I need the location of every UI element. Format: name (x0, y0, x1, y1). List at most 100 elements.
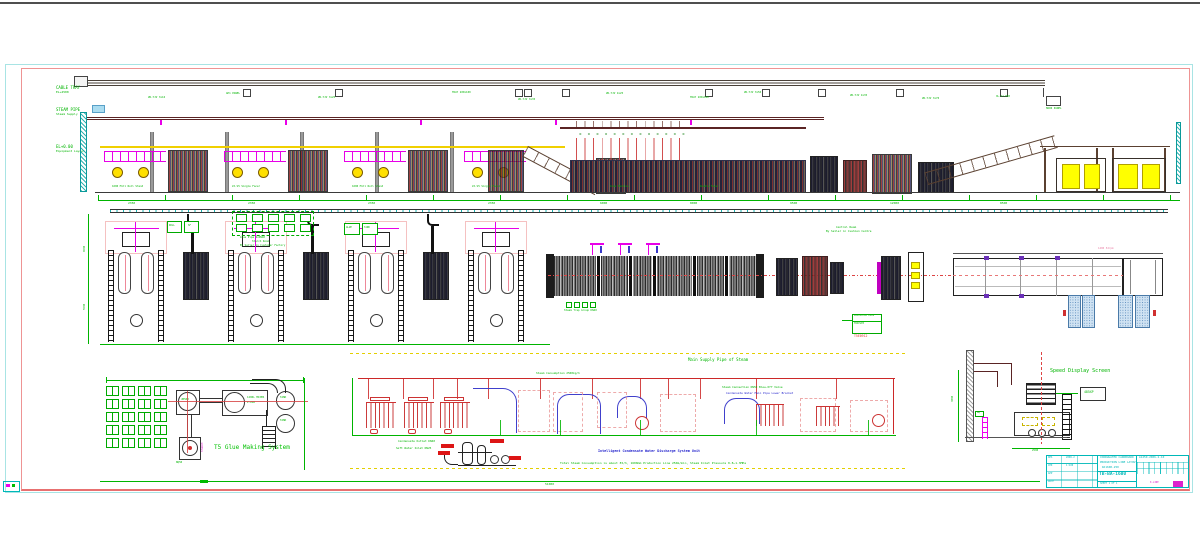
stacker-platform (1040, 146, 1170, 149)
glue-pipe-v (495, 222, 496, 252)
cutoff-plan (830, 262, 844, 294)
storage-tank (276, 414, 295, 433)
tray-label: ZR-YJV 3x25 (318, 97, 335, 100)
paper-roll-plan (381, 252, 394, 294)
speed-dim-v (958, 370, 959, 442)
board-stack (1084, 164, 1100, 189)
dimension-label: 8500 (1000, 202, 1007, 205)
paper-roll-wheel (138, 167, 149, 178)
schematic-border-top (350, 353, 906, 354)
condensate-bracket-label: Condensate Water Main Pipe Lower Bracket (726, 392, 793, 395)
starch-pallet (154, 412, 167, 422)
plan-dim-v-label: 6500 (84, 246, 87, 252)
plan-rail (278, 250, 284, 342)
starch-room-label2: By Seller in Customer Factory (240, 245, 285, 248)
tray-label: ZR-YJV 4x35 (850, 95, 867, 98)
access-ladder (1062, 394, 1072, 440)
board-stack (1142, 164, 1160, 189)
left-label-cable-el: EL+4500 (56, 91, 69, 94)
starch-pallet (106, 399, 119, 409)
glue-kitchen-cell (268, 214, 279, 222)
condensate-riser (640, 420, 641, 435)
steam-header-pipe (560, 127, 806, 129)
titleblock-cell: CHK (1048, 465, 1052, 468)
machine-outline (597, 392, 627, 428)
sensor-chip-label: NQ (977, 412, 980, 415)
steam-trap-icon (574, 302, 580, 308)
steel-column (450, 132, 454, 193)
roller (1028, 429, 1036, 437)
machine-label: ZJ-V5 Single Facer (232, 186, 260, 189)
plan-rail (398, 250, 404, 342)
stacker-centerline (953, 275, 1123, 276)
recovery-unit-base (458, 465, 516, 466)
paper-roll-wheel (378, 167, 389, 178)
condensate-main-line (352, 435, 896, 436)
starch-pallet (122, 399, 135, 409)
recovery-tank (477, 445, 486, 465)
starch-pallet (106, 425, 119, 435)
glue-kitchen-cell (252, 214, 263, 222)
glue-drop-pipe-v (592, 245, 593, 255)
steel-column (375, 132, 379, 193)
dimension-line (98, 200, 1180, 201)
board-stack (1118, 164, 1138, 189)
dimension-label: 2350 (488, 202, 495, 205)
tray-label: TRAY 200x100 (452, 92, 471, 95)
stacker-conveyor-plan (953, 258, 1123, 296)
titleblock-value: 1:100 (1066, 465, 1073, 468)
overall-dim-label: 51000 (545, 483, 554, 486)
stacker-divider (1092, 258, 1093, 296)
stacker-chip (984, 256, 989, 260)
plan-bottom-dim (100, 344, 550, 345)
glue-pipe-h (474, 228, 519, 229)
steam-branch (640, 379, 641, 399)
equipment-box-label: ROLL (169, 225, 175, 228)
corrugator-separator (628, 256, 633, 296)
dimension-label: 2350 (248, 202, 255, 205)
overall-dim-line (100, 481, 1040, 482)
guide-box-dashed (1042, 417, 1055, 426)
storage-tank-label: TANK (280, 397, 286, 400)
glue-dim-tick (106, 377, 107, 383)
paper-roll-plan (141, 252, 154, 294)
machine-outline (518, 390, 550, 432)
slitter-elevation (843, 160, 867, 193)
stacker-outline-top (953, 253, 1163, 254)
condensate-outlet-label: Condensate Outlet DN40 (398, 440, 435, 443)
speed-dim-h (1012, 448, 1070, 449)
plan-rail (158, 250, 164, 342)
schematic-border-bottom (350, 468, 906, 469)
steam-trap-icon (566, 302, 572, 308)
sensor-pole (982, 417, 988, 439)
stacker-chip (984, 294, 989, 298)
end-column-hatched (1176, 122, 1181, 184)
trap-pump (408, 429, 416, 434)
titleblock-logo-text: K-LINE (1150, 482, 1159, 485)
corrugator-separator (724, 256, 729, 296)
condensate-riser (868, 420, 869, 435)
stacker-divider (1056, 258, 1057, 296)
red-marker (1063, 310, 1066, 316)
board-stack (1062, 164, 1080, 189)
red-circle-machine (872, 414, 885, 427)
equipment-box-label: SF (188, 225, 191, 228)
steam-branch (700, 379, 701, 399)
starch-pallet (138, 425, 151, 435)
junction-box (762, 89, 770, 97)
steam-valve-tick (555, 120, 557, 125)
paper-roll-wheel (352, 167, 363, 178)
machine-outline (660, 394, 696, 432)
glue-kitchen-cell (252, 224, 263, 232)
starch-pallet (122, 386, 135, 396)
dimension-label: 2350 (368, 202, 375, 205)
transfer-block (911, 282, 920, 289)
glue-kitchen-cell (284, 224, 295, 232)
corner-stamp-mark-magenta (6, 484, 10, 487)
control-room-label2: By Seller in Cushion Centre (826, 230, 871, 233)
cutoff-plan (881, 256, 901, 300)
starch-pallet (138, 399, 151, 409)
paper-roll-plan (501, 252, 514, 294)
glue-tank-label: 1200L MIXER (247, 397, 264, 400)
dimension-label: 12000 (890, 202, 899, 205)
